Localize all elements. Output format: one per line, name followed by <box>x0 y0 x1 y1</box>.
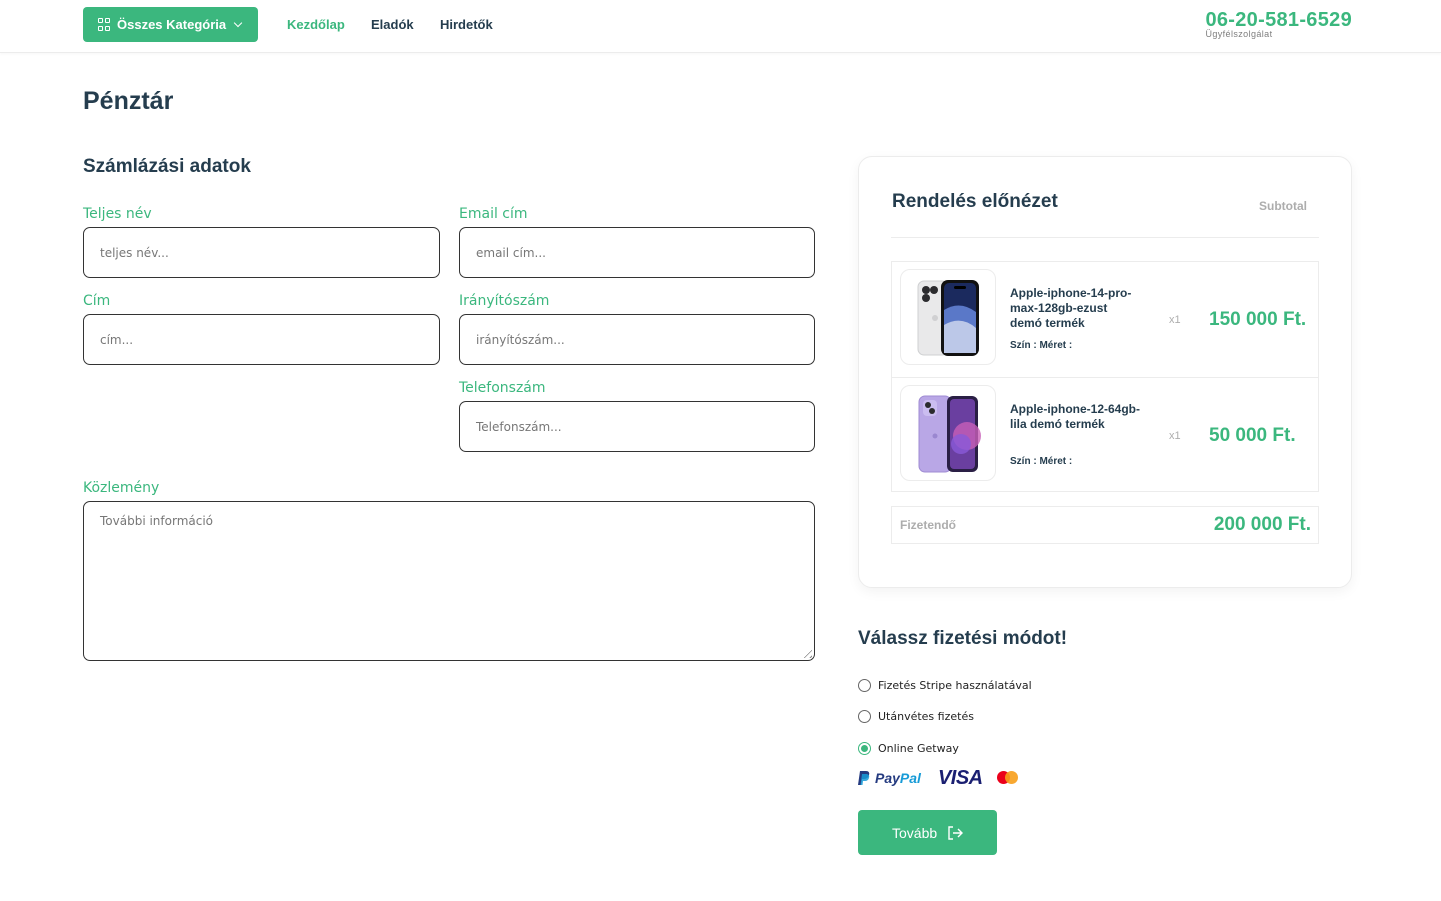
next-button-label: Tovább <box>892 824 938 841</box>
total-row: Fizetendő 200 000 Ft. <box>891 506 1319 544</box>
note-textarea[interactable]: További információ <box>83 501 815 661</box>
support-phone: 06-20-581-6529 Ügyfélszolgálat <box>1205 9 1352 39</box>
full-name-input[interactable]: teljes név... <box>83 227 440 278</box>
payment-option-label: Online Getway <box>878 742 959 755</box>
zip-input[interactable]: irányítószám... <box>459 314 815 365</box>
item-variant: Szín : Méret : <box>1010 456 1073 467</box>
payment-logos: Pay Pal VISA <box>858 766 1019 790</box>
phone-label: Telefonszám <box>459 380 546 396</box>
top-header: Összes Kategória Kezdőlap Eladók Hirdető… <box>0 0 1441 53</box>
radio-button-checked[interactable] <box>858 742 871 755</box>
payment-option-cod[interactable]: Utánvétes fizetés <box>858 710 974 723</box>
divider <box>891 237 1319 238</box>
full-name-label: Teljes név <box>83 206 152 222</box>
note-label: Közlemény <box>83 480 160 496</box>
item-name[interactable]: Apple-iphone-14-pro-max-128gb-ezust demó… <box>1010 286 1140 331</box>
payment-option-label: Fizetés Stripe használatával <box>878 679 1032 692</box>
chevron-down-icon <box>233 18 243 28</box>
payment-option-label: Utánvétes fizetés <box>878 710 974 723</box>
total-value: 200 000 Ft. <box>1213 514 1311 535</box>
zip-label: Irányítószám <box>459 293 550 309</box>
grid-icon <box>98 18 111 31</box>
mastercard-logo <box>996 770 1019 786</box>
paypal-icon <box>858 771 870 785</box>
email-input[interactable]: email cím... <box>459 227 815 278</box>
paypal-text-pal: Pal <box>899 770 921 786</box>
email-label: Email cím <box>459 206 528 222</box>
radio-button[interactable] <box>858 710 871 723</box>
total-label: Fizetendő <box>900 518 956 532</box>
phone-caption: Ügyfélszolgálat <box>1205 29 1273 39</box>
order-items: Apple-iphone-14-pro-max-128gb-ezust demó… <box>891 261 1319 492</box>
address-label: Cím <box>83 293 111 309</box>
subtotal-header: Subtotal <box>1259 199 1307 213</box>
item-name[interactable]: Apple-iphone-12-64gb-lila demó termék <box>1010 402 1140 432</box>
all-categories-label: Összes Kategória <box>117 17 227 32</box>
item-variant: Szín : Méret : <box>1010 340 1073 351</box>
phone-input[interactable]: Telefonszám... <box>459 401 815 452</box>
nav-advertisers[interactable]: Hirdetők <box>440 17 493 32</box>
item-quantity: x1 <box>1169 430 1181 442</box>
nav-sellers[interactable]: Eladók <box>371 17 414 32</box>
payment-option-online-gateway[interactable]: Online Getway <box>858 742 959 755</box>
paypal-text-pay: Pay <box>875 770 900 786</box>
order-preview-title: Rendelés előnézet <box>892 191 1058 212</box>
radio-button[interactable] <box>858 679 871 692</box>
next-button[interactable]: Tovább <box>858 810 997 855</box>
resize-handle[interactable] <box>800 646 812 658</box>
exit-icon <box>948 825 964 840</box>
order-preview-card: Rendelés előnézet Subtotal Apple-iphone-… <box>858 156 1352 588</box>
page-title: Pénztár <box>83 87 174 115</box>
order-item: Apple-iphone-14-pro-max-128gb-ezust demó… <box>892 262 1318 377</box>
payment-title: Válassz fizetési módot! <box>858 628 1068 649</box>
order-item: Apple-iphone-12-64gb-lila demó termék Sz… <box>892 377 1318 492</box>
product-image-iphone-14-pro-max[interactable] <box>900 269 996 365</box>
product-image-iphone-12[interactable] <box>900 385 996 481</box>
billing-title: Számlázási adatok <box>83 156 251 177</box>
note-placeholder: További információ <box>100 514 214 528</box>
item-price: 150 000 Ft. <box>1209 309 1307 330</box>
item-price: 50 000 Ft. <box>1209 425 1296 446</box>
address-input[interactable]: cím... <box>83 314 440 365</box>
all-categories-button[interactable]: Összes Kategória <box>83 7 258 42</box>
nav-home[interactable]: Kezdőlap <box>287 17 345 32</box>
phone-number[interactable]: 06-20-581-6529 <box>1205 9 1352 31</box>
paypal-logo: Pay Pal <box>858 770 921 786</box>
visa-logo: VISA <box>937 766 983 789</box>
item-quantity: x1 <box>1169 314 1181 326</box>
payment-option-stripe[interactable]: Fizetés Stripe használatával <box>858 679 1032 692</box>
